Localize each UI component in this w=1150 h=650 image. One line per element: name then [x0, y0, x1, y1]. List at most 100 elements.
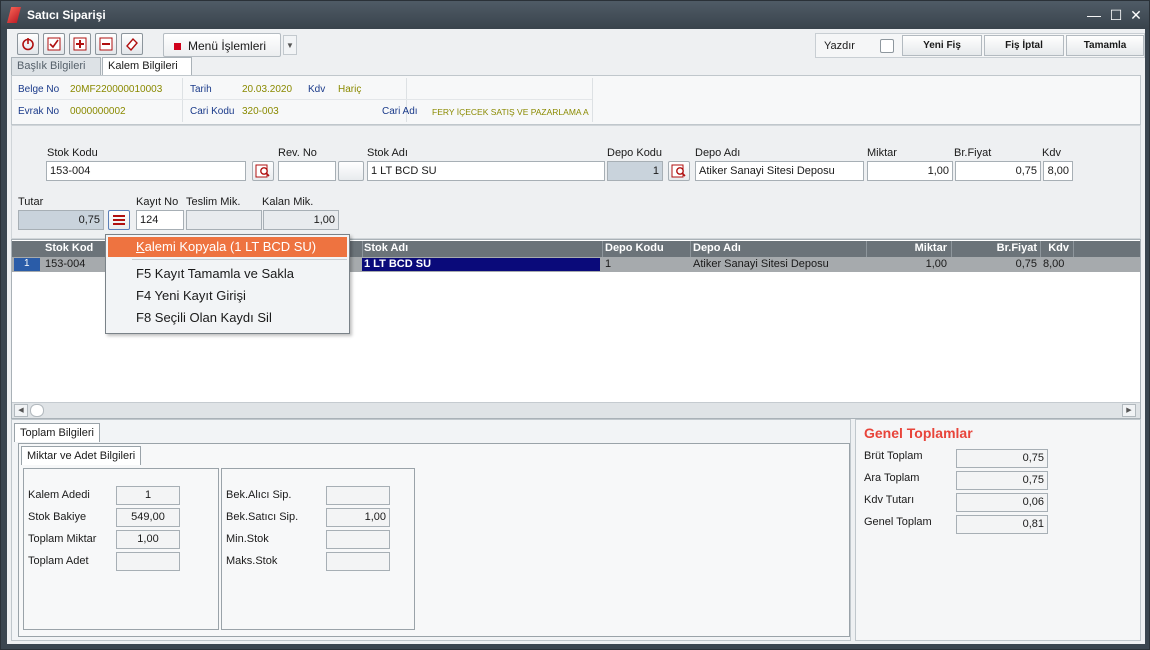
stok-search-icon[interactable]	[252, 161, 274, 181]
kdv-field[interactable]: 8,00	[1043, 161, 1073, 181]
kdv-label: Kdv	[308, 84, 326, 95]
cell-miktar: 1,00	[925, 258, 947, 270]
general-totals-panel: Genel Toplamlar Brüt Toplam 0,75 Ara Top…	[855, 419, 1141, 641]
tarih-value: 20.03.2020	[242, 84, 293, 95]
cancel-receipt-button[interactable]: Fiş İptal	[984, 35, 1064, 56]
totals-info-panel: Toplam Bilgileri Miktar ve Adet Bilgiler…	[11, 419, 851, 641]
maximize-button[interactable]: ☐	[1107, 6, 1125, 24]
menu-operations-button[interactable]: Menü İşlemleri	[163, 33, 281, 57]
new-receipt-button[interactable]: Yeni Fiş	[902, 35, 982, 56]
bek-alici-value	[326, 486, 390, 505]
col-stok-adi[interactable]: Stok Adı	[364, 242, 408, 254]
kalem-adedi-label: Kalem Adedi	[28, 489, 90, 501]
minimize-button[interactable]: —	[1085, 6, 1103, 24]
complete-button[interactable]: Tamamla	[1066, 35, 1144, 56]
menu-operations-label: Menü İşlemleri	[188, 39, 267, 53]
menu-item-new[interactable]: F4 Yeni Kayıt Girişi	[136, 288, 246, 303]
rev-no-button[interactable]	[338, 161, 364, 181]
eraser-icon[interactable]	[121, 33, 143, 55]
belge-no-value: 20MF220000010003	[70, 84, 163, 95]
col-depo-adi[interactable]: Depo Adı	[693, 242, 741, 254]
menu-square-icon	[174, 43, 181, 50]
menu-item-delete[interactable]: F8 Seçili Olan Kaydı Sil	[136, 310, 272, 325]
menu-item-copy-key: K	[136, 239, 145, 254]
cari-adi-label: Cari Adı	[382, 106, 418, 117]
kalan-field: 1,00	[263, 210, 339, 230]
col-miktar[interactable]: Miktar	[867, 242, 947, 254]
hamburger-menu-icon[interactable]	[108, 210, 130, 230]
delete-record-icon[interactable]	[95, 33, 117, 55]
min-stok-value	[326, 530, 390, 549]
stok-bakiye-label: Stok Bakiye	[28, 511, 87, 523]
col-depo-kodu[interactable]: Depo Kodu	[605, 242, 664, 254]
scroll-left-icon[interactable]: ◀	[14, 404, 28, 417]
stok-bakiye-value: 549,00	[116, 508, 180, 527]
menu-item-delete-key: F8	[136, 310, 152, 325]
menu-item-save[interactable]: F5 Kayıt Tamamla ve Sakla	[136, 266, 294, 281]
divider	[1073, 241, 1074, 257]
br-fiyat-label: Br.Fiyat	[954, 147, 992, 159]
col-br-fiyat[interactable]: Br.Fiyat	[952, 242, 1037, 254]
kayit-no-field[interactable]: 124	[136, 210, 184, 230]
tab-kalem-bilgileri[interactable]: Kalem Bilgileri	[102, 57, 192, 76]
menu-item-save-key: F5	[136, 266, 152, 281]
ara-toplam-value: 0,75	[956, 471, 1048, 490]
horizontal-scrollbar[interactable]: ◀ ▶	[12, 402, 1140, 418]
scroll-right-icon[interactable]: ▶	[1122, 404, 1136, 417]
cell-br-fiyat: 0,75	[1015, 258, 1037, 270]
main-window: Satıcı Siparişi — ☐ ✕ Menü İşlemleri ▼ Y…	[0, 0, 1150, 650]
stok-adi-field[interactable]: 1 LT BCD SU	[367, 161, 605, 181]
cell-stok-adi[interactable]: 1 LT BCD SU	[362, 258, 600, 271]
right-group: Bek.Alıcı Sip. Bek.Satıcı Sip. 1,00 Min.…	[221, 468, 415, 630]
ara-toplam-label: Ara Toplam	[864, 472, 920, 484]
br-fiyat-field[interactable]: 0,75	[955, 161, 1041, 181]
tab-baslik-bilgileri[interactable]: Başlık Bilgileri	[11, 57, 101, 75]
kdv-entry-label: Kdv	[1042, 147, 1061, 159]
menu-item-new-key: F4	[136, 288, 152, 303]
bek-satici-value: 1,00	[326, 508, 390, 527]
header-info-panel: Belge No 20MF220000010003 Tarih 20.03.20…	[11, 75, 1141, 125]
depo-kodu-label: Depo Kodu	[607, 147, 663, 159]
power-icon[interactable]	[17, 33, 39, 55]
bek-alici-label: Bek.Alıcı Sip.	[226, 489, 292, 501]
scroll-thumb[interactable]	[30, 404, 44, 417]
bek-satici-label: Bek.Satıcı Sip.	[226, 511, 299, 523]
rev-no-field[interactable]	[278, 161, 336, 181]
depo-adi-field[interactable]: Atiker Sanayi Sitesi Deposu	[695, 161, 864, 181]
col-stok-kodu[interactable]: Stok Kod	[45, 242, 93, 254]
tab-toplam-bilgileri[interactable]: Toplam Bilgileri	[14, 423, 100, 442]
context-menu: Kalemi Kopyala (1 LT BCD SU) F5 Kayıt Ta…	[105, 234, 350, 334]
rev-no-label: Rev. No	[278, 147, 317, 159]
chevron-down-icon[interactable]: ▼	[283, 35, 297, 55]
teslim-field	[186, 210, 262, 230]
cell-stok-kodu: 153-004	[45, 258, 86, 270]
col-kdv[interactable]: Kdv	[1041, 242, 1069, 254]
teslim-label: Teslim Mik.	[186, 196, 241, 208]
depo-search-icon[interactable]	[668, 161, 690, 181]
kdv-tutari-label: Kdv Tutarı	[864, 494, 915, 506]
divider	[14, 99, 592, 100]
print-checkbox[interactable]	[880, 39, 894, 53]
stok-kodu-label: Stok Kodu	[47, 147, 98, 159]
right-action-bar: Yazdır Yeni Fiş Fiş İptal Tamamla	[815, 33, 1145, 58]
genel-toplam-label: Genel Toplam	[864, 516, 932, 528]
miktar-field[interactable]: 1,00	[867, 161, 953, 181]
tutar-label: Tutar	[18, 196, 44, 208]
maks-stok-label: Maks.Stok	[226, 555, 278, 567]
checklist-icon[interactable]	[43, 33, 65, 55]
genel-toplam-value: 0,81	[956, 515, 1048, 534]
divider	[182, 78, 183, 122]
tab-miktar-adet[interactable]: Miktar ve Adet Bilgileri	[21, 446, 142, 465]
kalem-adedi-value: 1	[116, 486, 180, 505]
depo-kodu-field[interactable]: 1	[607, 161, 663, 181]
add-record-icon[interactable]	[69, 33, 91, 55]
toolbar: Menü İşlemleri ▼ Yazdır Yeni Fiş Fiş İpt…	[11, 31, 1145, 59]
cari-kodu-label: Cari Kodu	[190, 106, 235, 117]
maks-stok-value	[326, 552, 390, 571]
divider	[690, 241, 691, 257]
stok-kodu-field[interactable]: 153-004	[46, 161, 246, 181]
toplam-miktar-value: 1,00	[116, 530, 180, 549]
close-button[interactable]: ✕	[1127, 6, 1145, 24]
cell-kdv: 8,00	[1043, 258, 1065, 270]
menu-item-copy[interactable]: Kalemi Kopyala (1 LT BCD SU)	[108, 237, 347, 257]
